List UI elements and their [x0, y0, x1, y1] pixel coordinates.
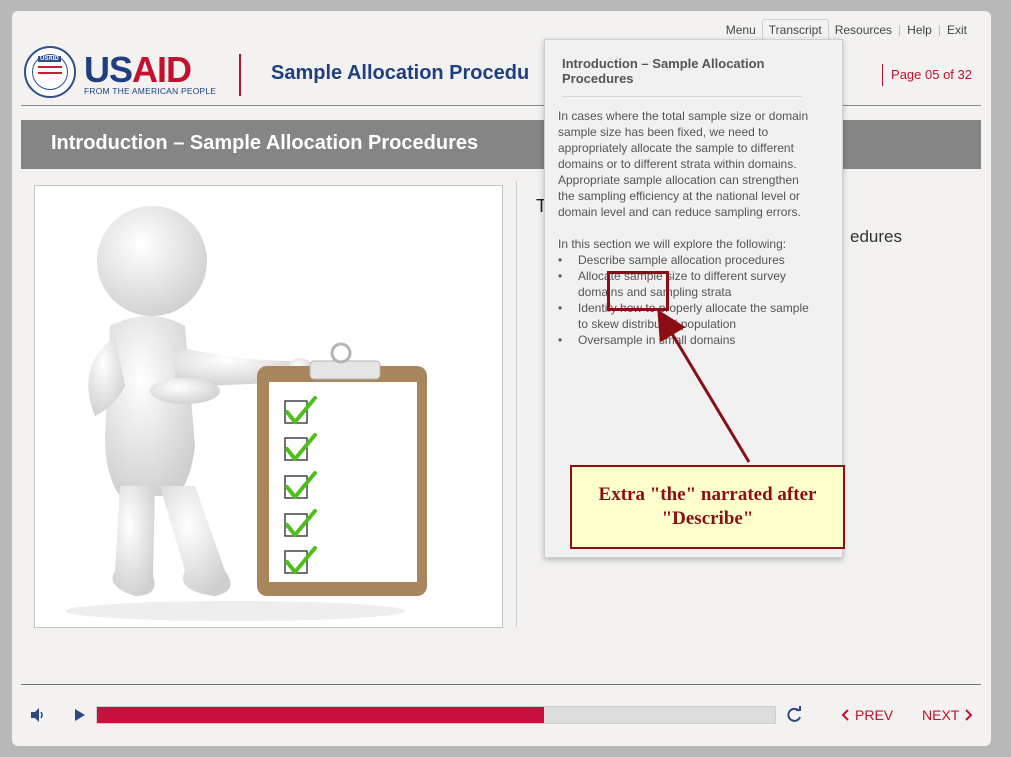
transcript-title: Introduction – Sample Allocation Procedu… — [562, 56, 802, 97]
next-button[interactable]: NEXT — [922, 707, 973, 723]
list-item: • Oversample in small domains — [558, 333, 736, 347]
slide-title: Introduction – Sample Allocation Procedu… — [51, 132, 479, 154]
course-title: Sample Allocation Procedu — [271, 62, 530, 84]
usaid-wordmark: USAID — [84, 49, 192, 90]
annotation-callout: Extra "the" narrated after "Describe" — [570, 465, 845, 549]
prev-label: PREV — [855, 707, 894, 723]
course-player-frame: Menu Transcript Resources | Help | Exit … — [12, 11, 991, 746]
page-indicator: Page 05 of 32 — [882, 64, 972, 86]
header-divider — [239, 54, 241, 96]
brand-tagline: FROM THE AMERICAN PEOPLE — [84, 86, 217, 96]
chevron-left-icon — [841, 709, 849, 721]
footer-divider — [21, 684, 981, 685]
slide-text-obscured: edures — [850, 227, 902, 246]
play-icon[interactable] — [73, 708, 87, 722]
slide-illustration — [34, 185, 503, 628]
content-divider — [516, 181, 517, 627]
next-label: NEXT — [922, 707, 960, 723]
prev-button[interactable]: PREV — [841, 707, 893, 723]
annotation-callout-text: Extra "the" narrated after "Describe" — [598, 484, 817, 529]
chevron-right-icon — [965, 709, 973, 721]
list-item: • Identify how to properly allocate the s… — [558, 301, 809, 331]
list-item: • Describe sample allocation procedures — [558, 253, 785, 267]
volume-icon[interactable] — [30, 708, 46, 722]
annotation-highlight-box — [607, 271, 669, 311]
replay-icon[interactable] — [785, 706, 803, 724]
transcript-paragraph: In cases where the total sample size or … — [558, 109, 809, 219]
transcript-bullet-list: • Describe sample allocation procedures •… — [558, 252, 813, 348]
transcript-paragraph: In this section we will explore the foll… — [558, 237, 787, 251]
top-navigation: Menu Transcript Resources | Help | Exit — [720, 19, 973, 40]
nav-menu[interactable]: Menu — [720, 20, 762, 40]
nav-resources[interactable]: Resources — [829, 20, 898, 40]
nav-transcript[interactable]: Transcript — [761, 19, 829, 40]
transcript-body: In cases where the total sample size or … — [558, 108, 813, 348]
progress-fill — [97, 707, 545, 723]
usaid-seal-logo: USAID — [24, 46, 76, 98]
figure-with-clipboard-icon — [65, 206, 427, 621]
list-item: • Allocate sample size to different surve… — [558, 269, 786, 299]
progress-bar[interactable] — [96, 706, 776, 724]
nav-help[interactable]: Help — [901, 20, 938, 40]
nav-exit[interactable]: Exit — [941, 20, 973, 40]
